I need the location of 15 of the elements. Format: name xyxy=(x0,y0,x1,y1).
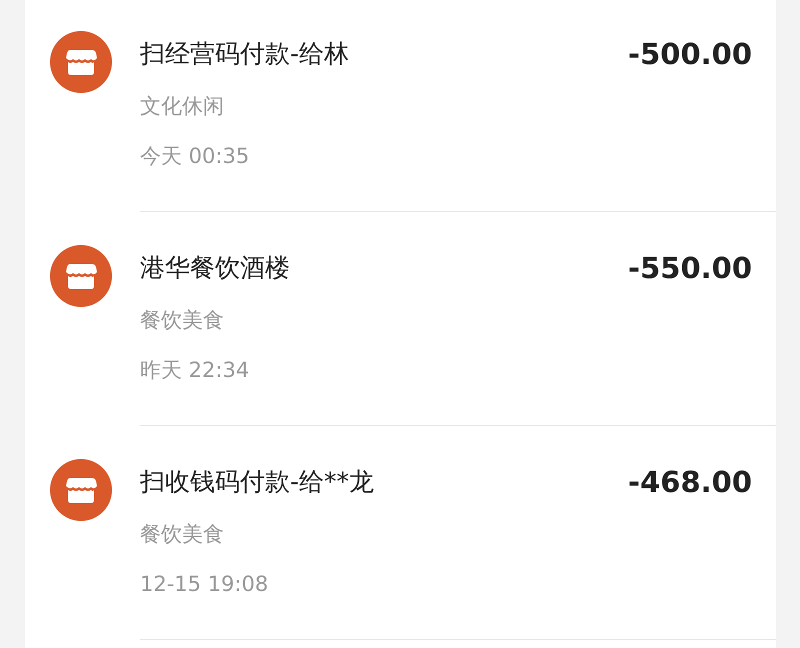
transaction-time: 12-15 19:08 xyxy=(140,571,270,598)
store-icon xyxy=(50,459,112,521)
store-icon xyxy=(50,245,112,307)
transaction-title: 扫经营码付款-给林 xyxy=(140,38,350,70)
transaction-category: 餐饮美食 xyxy=(140,307,225,334)
transaction-time: 昨天 22:34 xyxy=(140,357,250,384)
transaction-category: 文化休闲 xyxy=(140,93,225,120)
transaction-category: 餐饮美食 xyxy=(140,521,225,548)
transaction-amount: -500.00 xyxy=(628,36,752,72)
transaction-amount: -468.00 xyxy=(628,464,752,500)
transaction-title: 港华餐饮酒楼 xyxy=(140,252,291,284)
transaction-amount: -550.00 xyxy=(628,250,752,286)
transaction-title: 扫收钱码付款-给**龙 xyxy=(140,466,376,498)
store-icon xyxy=(50,31,112,93)
transaction-time: 今天 00:35 xyxy=(140,143,250,170)
